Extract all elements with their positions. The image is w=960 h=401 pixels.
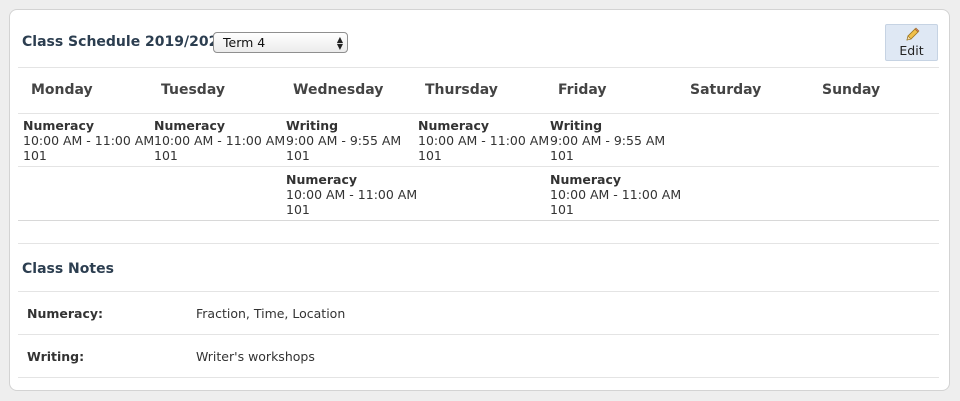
pencil-icon [906, 27, 920, 41]
session-friday-writing[interactable]: Writing 9:00 AM - 9:55 AM 101 [550, 118, 665, 163]
session-friday-numeracy[interactable]: Numeracy 10:00 AM - 11:00 AM 101 [550, 172, 681, 217]
divider [18, 220, 939, 221]
session-time: 9:00 AM - 9:55 AM [286, 133, 402, 148]
session-time: 10:00 AM - 11:00 AM [154, 133, 286, 148]
session-time: 9:00 AM - 9:55 AM [550, 133, 666, 148]
session-time: 10:00 AM - 11:00 AM [550, 187, 682, 202]
divider [18, 67, 939, 68]
divider [18, 377, 939, 378]
note-text-writing: Writer's workshops [196, 349, 315, 364]
session-room: 101 [550, 148, 574, 163]
note-subject-numeracy: Numeracy: [27, 306, 104, 321]
day-header-sunday: Sunday [822, 82, 881, 98]
session-wednesday-numeracy[interactable]: Numeracy 10:00 AM - 11:00 AM 101 [286, 172, 417, 217]
note-subject-writing: Writing: [27, 349, 85, 364]
divider [18, 291, 939, 292]
session-subject: Numeracy [418, 118, 490, 133]
session-wednesday-writing[interactable]: Writing 9:00 AM - 9:55 AM 101 [286, 118, 401, 163]
day-header-friday: Friday [558, 82, 607, 98]
session-time: 10:00 AM - 11:00 AM [23, 133, 155, 148]
day-header-monday: Monday [31, 82, 93, 98]
session-subject: Writing [550, 118, 603, 133]
session-time: 10:00 AM - 11:00 AM [418, 133, 550, 148]
term-select[interactable]: Term 4 ▲ ▼ [213, 32, 348, 53]
note-text-numeracy: Fraction, Time, Location [196, 306, 346, 321]
edit-button-label: Edit [899, 43, 924, 58]
day-header-thursday: Thursday [425, 82, 498, 98]
divider [18, 243, 939, 244]
up-down-arrows-icon: ▲ ▼ [336, 35, 343, 51]
divider [18, 334, 939, 335]
session-subject: Numeracy [286, 172, 358, 187]
session-room: 101 [550, 202, 574, 217]
divider [18, 166, 939, 167]
session-subject: Numeracy [23, 118, 95, 133]
day-header-tuesday: Tuesday [161, 82, 225, 98]
session-time: 10:00 AM - 11:00 AM [286, 187, 418, 202]
session-thursday-numeracy[interactable]: Numeracy 10:00 AM - 11:00 AM 101 [418, 118, 549, 163]
session-subject: Numeracy [154, 118, 226, 133]
session-subject: Numeracy [550, 172, 622, 187]
schedule-header: Class Schedule 2019/2020 Term 4 ▲ ▼ Edit [10, 10, 949, 68]
session-tuesday-numeracy[interactable]: Numeracy 10:00 AM - 11:00 AM 101 [154, 118, 285, 163]
day-header-saturday: Saturday [690, 82, 762, 98]
class-schedule-panel: Class Schedule 2019/2020 Term 4 ▲ ▼ Edit … [9, 9, 950, 391]
session-room: 101 [286, 202, 310, 217]
session-subject: Writing [286, 118, 339, 133]
page-title: Class Schedule 2019/2020 [22, 34, 229, 50]
edit-button[interactable]: Edit [885, 24, 938, 61]
class-notes-title: Class Notes [22, 261, 114, 277]
divider [18, 113, 939, 114]
session-room: 101 [418, 148, 442, 163]
session-room: 101 [286, 148, 310, 163]
day-header-wednesday: Wednesday [293, 82, 384, 98]
session-monday-numeracy[interactable]: Numeracy 10:00 AM - 11:00 AM 101 [23, 118, 154, 163]
session-room: 101 [154, 148, 178, 163]
term-select-value: Term 4 [223, 35, 266, 50]
session-room: 101 [23, 148, 47, 163]
